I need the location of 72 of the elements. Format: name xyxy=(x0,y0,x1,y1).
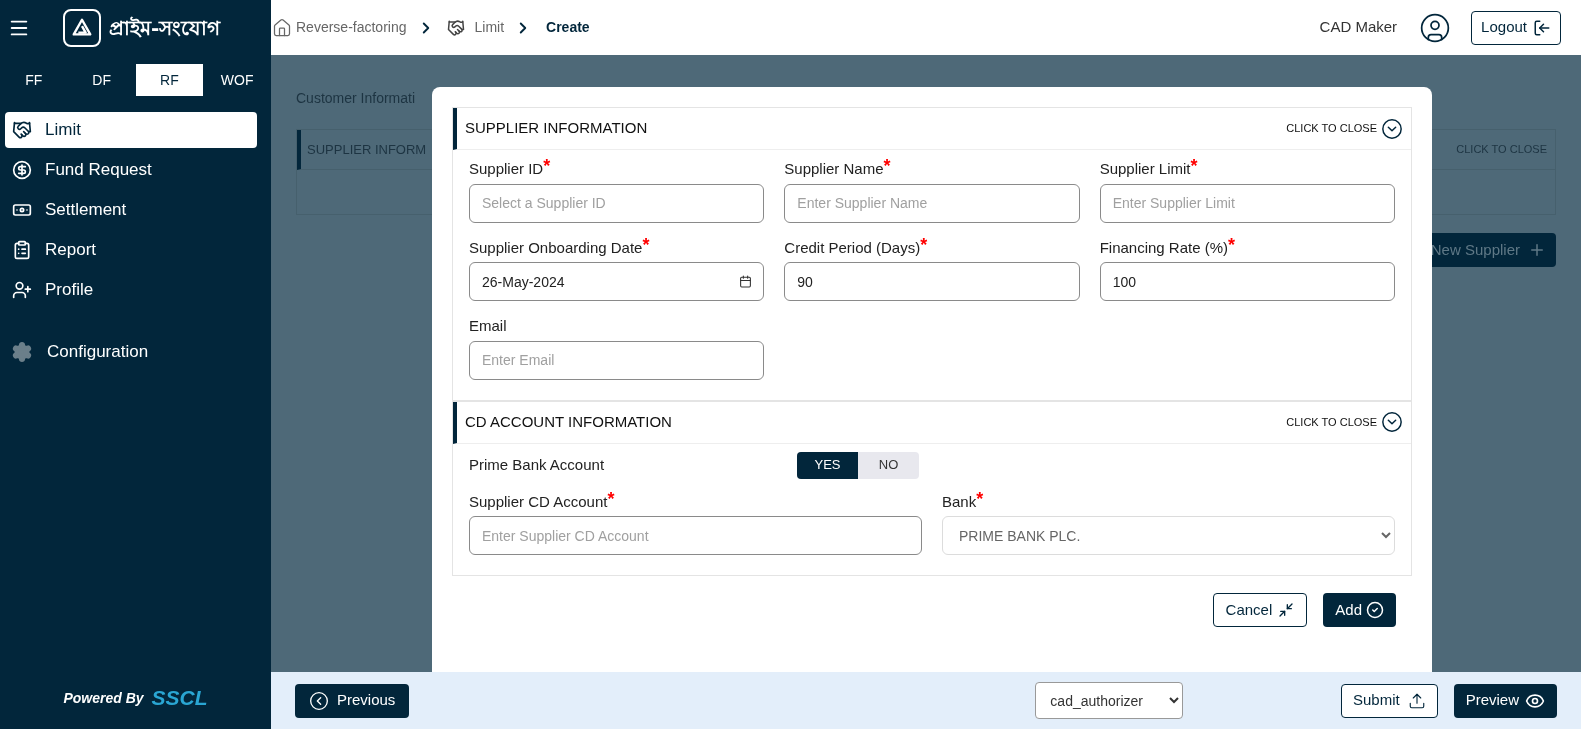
logout-icon xyxy=(1533,18,1551,37)
logout-button[interactable]: Logout xyxy=(1471,10,1561,45)
input-field[interactable]: Enter Email xyxy=(469,340,765,380)
collapse-button[interactable]: CLICK TO CLOSE xyxy=(1286,411,1403,433)
upload-icon xyxy=(1407,691,1426,710)
required-mark: * xyxy=(1190,158,1198,174)
field-label: Supplier Limit xyxy=(1099,160,1191,179)
role-select[interactable]: cad_authorizer xyxy=(1035,682,1184,719)
user-name: CAD Maker xyxy=(1319,17,1398,38)
sidebar-item[interactable]: Report xyxy=(5,232,257,268)
menu-item-icon xyxy=(11,160,33,180)
field-label: Supplier Onboarding Date xyxy=(469,237,643,258)
section-title: CD ACCOUNT INFORMATION xyxy=(465,411,672,432)
gear-icon xyxy=(11,341,33,363)
required-mark: * xyxy=(1228,236,1236,253)
powered-by-label: Powered By xyxy=(63,689,144,708)
required-mark: * xyxy=(920,236,928,253)
input-field[interactable]: Select a Supplier ID xyxy=(469,183,765,223)
add-button[interactable]: Add xyxy=(1323,593,1396,627)
field-label: Credit Period (Days) xyxy=(784,237,921,258)
module-tab[interactable]: WOF xyxy=(203,64,271,96)
breadcrumb-item[interactable]: Limit xyxy=(474,17,505,38)
field-label: Supplier Name xyxy=(784,160,884,179)
module-tab[interactable]: RF xyxy=(135,64,204,96)
section-title: SUPPLIER INFORMATION xyxy=(465,118,648,139)
field-label: Prime Bank Account xyxy=(469,454,606,475)
calendar-icon xyxy=(739,275,753,288)
user-avatar-icon[interactable] xyxy=(1419,11,1452,44)
input-field[interactable]: Enter Supplier Name xyxy=(784,183,1080,223)
toggle-option[interactable]: NO xyxy=(858,451,919,479)
date-field[interactable]: 26-May-2024 xyxy=(469,262,765,301)
check-circle-icon xyxy=(1366,601,1384,619)
sidebar-item[interactable]: Profile xyxy=(5,272,257,308)
sidebar-item[interactable]: Limit xyxy=(5,112,257,148)
input-field[interactable]: 100 xyxy=(1099,262,1395,301)
shrink-arrows-icon xyxy=(1278,602,1295,618)
breadcrumb-item: Create xyxy=(546,18,590,37)
home-icon xyxy=(272,17,292,38)
chevron-down-icon xyxy=(1381,411,1403,433)
required-mark: * xyxy=(607,490,615,507)
previous-button[interactable]: Previous xyxy=(295,683,410,718)
field-label: Bank xyxy=(942,491,977,512)
field-label: Financing Rate (%) xyxy=(1099,237,1229,258)
chevron-left-icon xyxy=(309,690,329,711)
preview-button[interactable]: Preview xyxy=(1453,683,1557,718)
chevron-down-icon xyxy=(1381,117,1403,140)
collapse-button[interactable]: CLICK TO CLOSE xyxy=(1286,117,1403,140)
required-mark: * xyxy=(883,158,891,174)
brand-logo-text: SSCL xyxy=(151,687,208,709)
field-label: Supplier CD Account xyxy=(469,491,608,512)
sidebar-item[interactable]: Fund Request xyxy=(5,152,257,188)
breadcrumb-item[interactable]: Reverse-factoring xyxy=(296,17,407,38)
toggle-option[interactable]: YES xyxy=(797,451,858,479)
logo-icon xyxy=(63,8,101,47)
required-mark: * xyxy=(642,236,650,253)
menu-item-icon xyxy=(11,280,33,300)
field-label: Email xyxy=(469,316,507,336)
module-tab[interactable]: FF xyxy=(0,64,68,96)
required-mark: * xyxy=(976,490,984,507)
sidebar-item[interactable]: Settlement xyxy=(5,192,257,228)
module-tab[interactable]: DF xyxy=(67,64,136,96)
cancel-button[interactable]: Cancel xyxy=(1212,593,1308,627)
input-field[interactable]: Enter Supplier CD Account xyxy=(469,516,922,555)
submit-button[interactable]: Submit xyxy=(1340,683,1438,718)
sidebar-item[interactable]: Configuration xyxy=(5,334,257,370)
input-field[interactable]: 90 xyxy=(784,262,1080,301)
menu-item-icon xyxy=(11,120,33,140)
plus-icon xyxy=(1528,241,1546,259)
logo-text: প্রাইম-সংযোগ xyxy=(109,14,221,42)
input-field[interactable]: Enter Supplier Limit xyxy=(1099,183,1395,223)
required-mark: * xyxy=(543,158,551,174)
field-label: Supplier ID xyxy=(469,160,544,179)
